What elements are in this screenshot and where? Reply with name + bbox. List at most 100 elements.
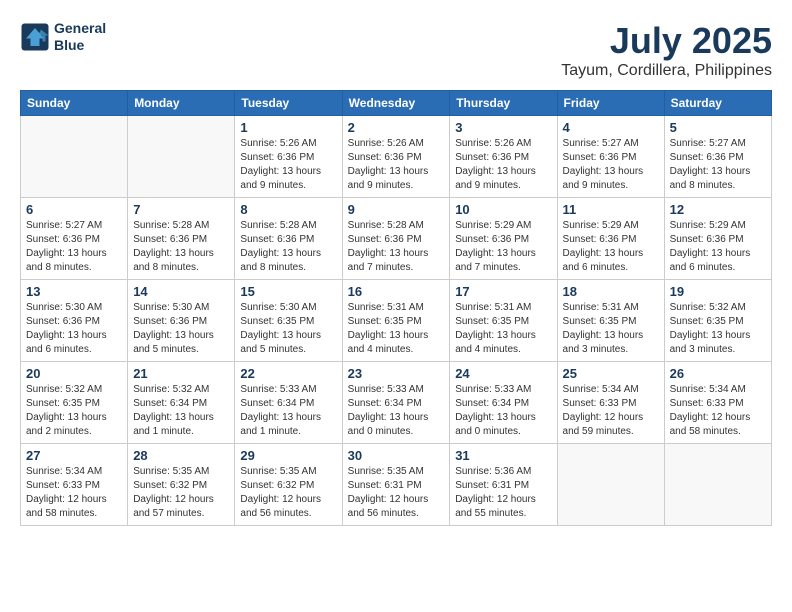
location-title: Tayum, Cordillera, Philippines: [561, 62, 772, 80]
day-number: 13: [26, 284, 122, 299]
day-number: 5: [670, 120, 766, 135]
day-number: 24: [455, 366, 551, 381]
day-info: Sunrise: 5:27 AM Sunset: 6:36 PM Dayligh…: [670, 137, 766, 193]
calendar-cell: 10 Sunrise: 5:29 AM Sunset: 6:36 PM Dayli…: [450, 198, 557, 280]
day-info: Sunrise: 5:33 AM Sunset: 6:34 PM Dayligh…: [240, 383, 336, 439]
day-info: Sunrise: 5:32 AM Sunset: 6:35 PM Dayligh…: [670, 301, 766, 357]
calendar-table: SundayMondayTuesdayWednesdayThursdayFrid…: [20, 90, 772, 526]
day-number: 6: [26, 202, 122, 217]
day-number: 23: [348, 366, 445, 381]
page-header: General Blue July 2025 Tayum, Cordillera…: [20, 20, 772, 80]
day-info: Sunrise: 5:30 AM Sunset: 6:36 PM Dayligh…: [26, 301, 122, 357]
weekday-header-saturday: Saturday: [664, 91, 771, 116]
day-info: Sunrise: 5:30 AM Sunset: 6:35 PM Dayligh…: [240, 301, 336, 357]
day-number: 7: [133, 202, 229, 217]
calendar-week-5: 27 Sunrise: 5:34 AM Sunset: 6:33 PM Dayli…: [21, 444, 772, 526]
calendar-cell: 6 Sunrise: 5:27 AM Sunset: 6:36 PM Daylig…: [21, 198, 128, 280]
calendar-cell: 14 Sunrise: 5:30 AM Sunset: 6:36 PM Dayli…: [128, 280, 235, 362]
calendar-cell: 15 Sunrise: 5:30 AM Sunset: 6:35 PM Dayli…: [235, 280, 342, 362]
day-number: 18: [563, 284, 659, 299]
day-number: 10: [455, 202, 551, 217]
day-number: 2: [348, 120, 445, 135]
day-info: Sunrise: 5:26 AM Sunset: 6:36 PM Dayligh…: [455, 137, 551, 193]
calendar-week-2: 6 Sunrise: 5:27 AM Sunset: 6:36 PM Daylig…: [21, 198, 772, 280]
day-number: 12: [670, 202, 766, 217]
day-number: 25: [563, 366, 659, 381]
day-number: 14: [133, 284, 229, 299]
day-info: Sunrise: 5:28 AM Sunset: 6:36 PM Dayligh…: [240, 219, 336, 275]
calendar-week-3: 13 Sunrise: 5:30 AM Sunset: 6:36 PM Dayli…: [21, 280, 772, 362]
day-info: Sunrise: 5:33 AM Sunset: 6:34 PM Dayligh…: [348, 383, 445, 439]
day-info: Sunrise: 5:31 AM Sunset: 6:35 PM Dayligh…: [455, 301, 551, 357]
calendar-cell: 18 Sunrise: 5:31 AM Sunset: 6:35 PM Dayli…: [557, 280, 664, 362]
day-number: 15: [240, 284, 336, 299]
weekday-header-sunday: Sunday: [21, 91, 128, 116]
weekday-header-wednesday: Wednesday: [342, 91, 450, 116]
day-info: Sunrise: 5:33 AM Sunset: 6:34 PM Dayligh…: [455, 383, 551, 439]
day-info: Sunrise: 5:31 AM Sunset: 6:35 PM Dayligh…: [348, 301, 445, 357]
day-info: Sunrise: 5:35 AM Sunset: 6:32 PM Dayligh…: [133, 465, 229, 521]
day-info: Sunrise: 5:27 AM Sunset: 6:36 PM Dayligh…: [563, 137, 659, 193]
calendar-cell: 27 Sunrise: 5:34 AM Sunset: 6:33 PM Dayli…: [21, 444, 128, 526]
day-number: 22: [240, 366, 336, 381]
day-info: Sunrise: 5:34 AM Sunset: 6:33 PM Dayligh…: [563, 383, 659, 439]
calendar-cell: 21Sunrise: 5:32 AM Sunset: 6:34 PM Dayli…: [128, 362, 235, 444]
calendar-cell: [128, 116, 235, 198]
day-info: Sunrise: 5:34 AM Sunset: 6:33 PM Dayligh…: [670, 383, 766, 439]
day-number: 4: [563, 120, 659, 135]
day-number: 28: [133, 448, 229, 463]
calendar-cell: 12 Sunrise: 5:29 AM Sunset: 6:36 PM Dayli…: [664, 198, 771, 280]
calendar-week-1: 1Sunrise: 5:26 AM Sunset: 6:36 PM Daylig…: [21, 116, 772, 198]
day-info: Sunrise: 5:36 AM Sunset: 6:31 PM Dayligh…: [455, 465, 551, 521]
day-info: Sunrise: 5:28 AM Sunset: 6:36 PM Dayligh…: [133, 219, 229, 275]
calendar-cell: 8 Sunrise: 5:28 AM Sunset: 6:36 PM Daylig…: [235, 198, 342, 280]
calendar-cell: 17 Sunrise: 5:31 AM Sunset: 6:35 PM Dayli…: [450, 280, 557, 362]
day-info: Sunrise: 5:34 AM Sunset: 6:33 PM Dayligh…: [26, 465, 122, 521]
day-info: Sunrise: 5:35 AM Sunset: 6:31 PM Dayligh…: [348, 465, 445, 521]
day-info: Sunrise: 5:35 AM Sunset: 6:32 PM Dayligh…: [240, 465, 336, 521]
calendar-cell: 1Sunrise: 5:26 AM Sunset: 6:36 PM Daylig…: [235, 116, 342, 198]
weekday-header-tuesday: Tuesday: [235, 91, 342, 116]
day-number: 26: [670, 366, 766, 381]
calendar-cell: 11Sunrise: 5:29 AM Sunset: 6:36 PM Dayli…: [557, 198, 664, 280]
day-number: 30: [348, 448, 445, 463]
day-number: 29: [240, 448, 336, 463]
weekday-header-row: SundayMondayTuesdayWednesdayThursdayFrid…: [21, 91, 772, 116]
day-number: 27: [26, 448, 122, 463]
calendar-cell: 31 Sunrise: 5:36 AM Sunset: 6:31 PM Dayli…: [450, 444, 557, 526]
day-info: Sunrise: 5:32 AM Sunset: 6:35 PM Dayligh…: [26, 383, 122, 439]
day-number: 9: [348, 202, 445, 217]
calendar-cell: [557, 444, 664, 526]
day-info: Sunrise: 5:28 AM Sunset: 6:36 PM Dayligh…: [348, 219, 445, 275]
day-number: 3: [455, 120, 551, 135]
day-info: Sunrise: 5:26 AM Sunset: 6:36 PM Dayligh…: [240, 137, 336, 193]
logo-text: General Blue: [54, 20, 106, 54]
day-info: Sunrise: 5:29 AM Sunset: 6:36 PM Dayligh…: [670, 219, 766, 275]
day-number: 17: [455, 284, 551, 299]
day-number: 8: [240, 202, 336, 217]
day-info: Sunrise: 5:31 AM Sunset: 6:35 PM Dayligh…: [563, 301, 659, 357]
calendar-cell: 20 Sunrise: 5:32 AM Sunset: 6:35 PM Dayli…: [21, 362, 128, 444]
month-title: July 2025: [561, 20, 772, 62]
weekday-header-friday: Friday: [557, 91, 664, 116]
calendar-cell: 26 Sunrise: 5:34 AM Sunset: 6:33 PM Dayli…: [664, 362, 771, 444]
calendar-cell: 2 Sunrise: 5:26 AM Sunset: 6:36 PM Daylig…: [342, 116, 450, 198]
calendar-cell: 22 Sunrise: 5:33 AM Sunset: 6:34 PM Dayli…: [235, 362, 342, 444]
day-info: Sunrise: 5:30 AM Sunset: 6:36 PM Dayligh…: [133, 301, 229, 357]
weekday-header-monday: Monday: [128, 91, 235, 116]
day-number: 16: [348, 284, 445, 299]
day-number: 31: [455, 448, 551, 463]
calendar-cell: 25 Sunrise: 5:34 AM Sunset: 6:33 PM Dayli…: [557, 362, 664, 444]
logo: General Blue: [20, 20, 106, 54]
title-area: July 2025 Tayum, Cordillera, Philippines: [561, 20, 772, 80]
day-number: 20: [26, 366, 122, 381]
day-info: Sunrise: 5:26 AM Sunset: 6:36 PM Dayligh…: [348, 137, 445, 193]
day-info: Sunrise: 5:29 AM Sunset: 6:36 PM Dayligh…: [455, 219, 551, 275]
day-number: 19: [670, 284, 766, 299]
logo-icon: [20, 22, 50, 52]
day-info: Sunrise: 5:27 AM Sunset: 6:36 PM Dayligh…: [26, 219, 122, 275]
calendar-cell: 4 Sunrise: 5:27 AM Sunset: 6:36 PM Daylig…: [557, 116, 664, 198]
calendar-cell: 5 Sunrise: 5:27 AM Sunset: 6:36 PM Daylig…: [664, 116, 771, 198]
day-number: 11: [563, 202, 659, 217]
calendar-cell: 24 Sunrise: 5:33 AM Sunset: 6:34 PM Dayli…: [450, 362, 557, 444]
